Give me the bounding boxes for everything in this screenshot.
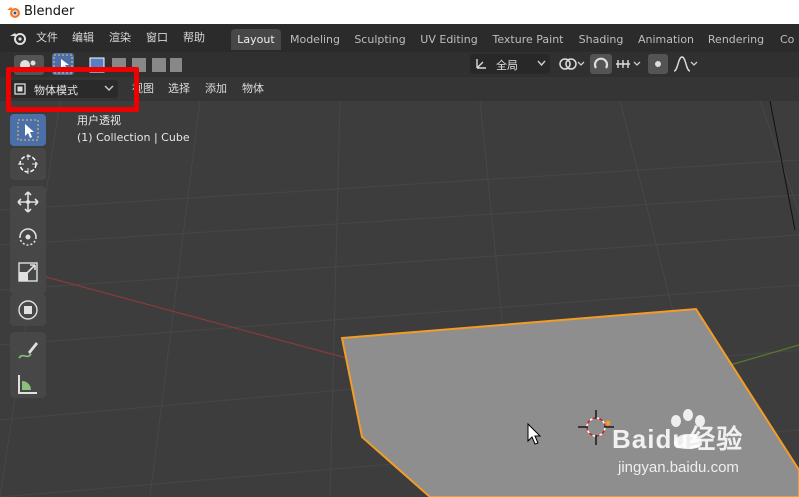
tab-uv-editing[interactable]: UV Editing: [416, 29, 482, 50]
measure-icon[interactable]: [16, 372, 40, 396]
collection-info-label: (1) Collection | Cube: [77, 131, 190, 144]
camera-edge-line: [769, 101, 796, 231]
menu-add[interactable]: 添加: [205, 80, 227, 98]
menu-file[interactable]: 文件: [36, 29, 58, 45]
transform-orientation-label: 全局: [496, 59, 518, 72]
menu-help[interactable]: 帮助: [183, 29, 205, 45]
global-axis-icon: [476, 59, 486, 69]
proportional-falloff-icon[interactable]: [672, 55, 700, 73]
highlight-annotation-box: [6, 67, 139, 112]
cursor-tool-button[interactable]: [10, 148, 46, 180]
move-icon[interactable]: [16, 190, 40, 214]
menu-window[interactable]: 窗口: [146, 29, 168, 45]
proportional-edit-icon[interactable]: [648, 54, 668, 74]
scale-icon[interactable]: [16, 260, 40, 284]
watermark-brand: Baidu经验: [612, 424, 744, 454]
menu-select[interactable]: 选择: [168, 80, 190, 98]
select-box-tool-button[interactable]: [10, 114, 46, 146]
watermark-url: jingyan.baidu.com: [618, 459, 739, 476]
baidu-watermark: Baidu经验 jingyan.baidu.com: [612, 405, 792, 485]
cursor-icon: [18, 154, 38, 174]
rotate-icon[interactable]: [16, 225, 40, 249]
snap-element-icon[interactable]: [614, 55, 644, 73]
transform-tool-button[interactable]: [10, 294, 46, 326]
snap-icon[interactable]: [590, 54, 612, 74]
transform-icon: [18, 300, 38, 320]
window-title: Blender: [24, 4, 75, 19]
tab-rendering[interactable]: Rendering: [704, 29, 768, 50]
menu-edit[interactable]: 编辑: [72, 29, 94, 45]
transform-orientation-select[interactable]: 全局: [470, 54, 550, 74]
blender-logo-icon: [7, 7, 20, 18]
window-titlebar: Blender: [0, 0, 799, 24]
tab-shading[interactable]: Shading: [574, 29, 628, 50]
tab-layout[interactable]: Layout: [231, 29, 281, 50]
chevron-down-icon: [537, 60, 546, 67]
tab-compositing[interactable]: Co: [774, 29, 799, 50]
menu-render[interactable]: 渲染: [109, 29, 131, 45]
annotate-icon[interactable]: [16, 338, 40, 362]
select-box-icon: [17, 119, 39, 141]
tab-texture-paint[interactable]: Texture Paint: [488, 29, 568, 50]
tab-animation[interactable]: Animation: [634, 29, 698, 50]
menu-object[interactable]: 物体: [242, 80, 264, 98]
tab-sculpting[interactable]: Sculpting: [350, 29, 410, 50]
blender-menu-icon[interactable]: [9, 30, 27, 46]
tab-modeling[interactable]: Modeling: [285, 29, 345, 50]
pivot-point-icon[interactable]: [556, 55, 586, 73]
view-name-label: 用户透视: [77, 114, 121, 127]
